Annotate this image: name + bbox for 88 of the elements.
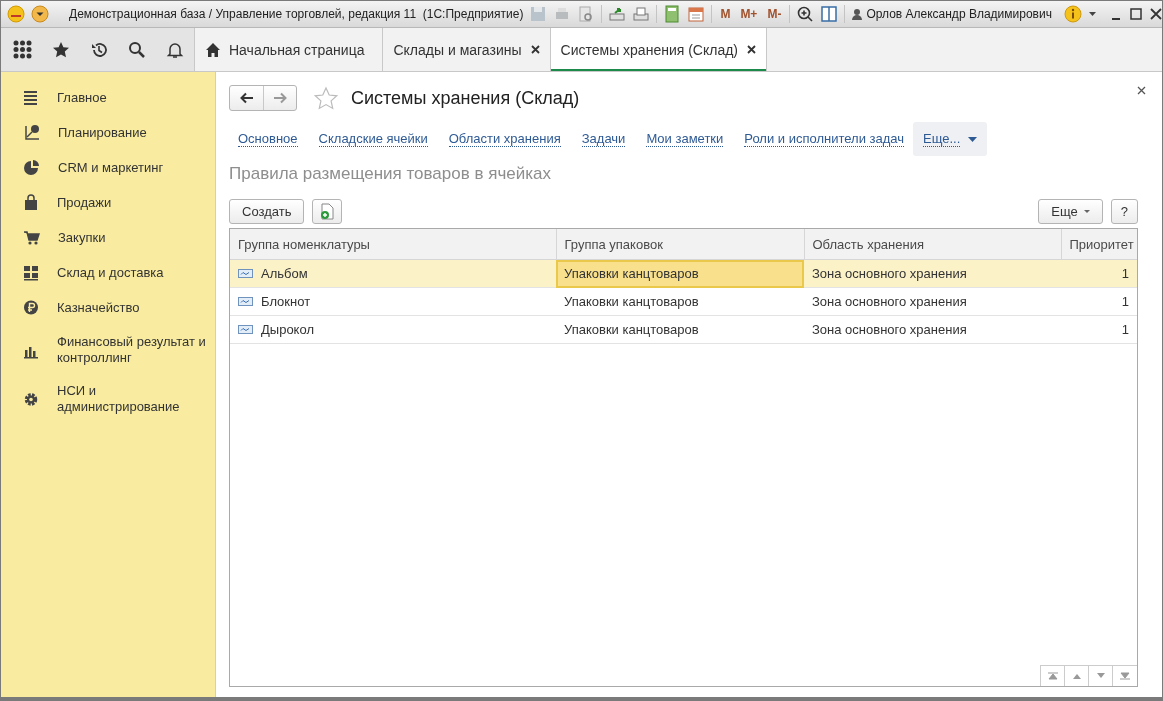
- sidebar-item[interactable]: Главное: [1, 80, 215, 115]
- app-logo-icon: [7, 5, 25, 23]
- forward-arrow-icon: [272, 91, 288, 105]
- sidebar-item[interactable]: Планирование: [1, 115, 215, 150]
- zoom-in-icon[interactable]: [796, 5, 815, 23]
- calendar-icon[interactable]: [687, 5, 706, 23]
- sidebar-item[interactable]: CRM и маркетинг: [1, 150, 215, 185]
- close-icon[interactable]: [1148, 7, 1163, 21]
- list-icon: [23, 88, 39, 107]
- shopping-bag-icon: [23, 194, 39, 211]
- chart-icon: [23, 124, 40, 141]
- panels-icon[interactable]: [820, 5, 839, 23]
- user-icon: [851, 8, 864, 20]
- table-row[interactable]: Блокнот Упаковки канцтоваров Зона основного хранения 1: [230, 287, 1137, 316]
- section-link[interactable]: Роли и исполнители задач: [744, 131, 904, 147]
- close-icon[interactable]: [529, 44, 541, 55]
- scroll-top-icon: [1046, 671, 1059, 681]
- scroll-bottom-icon: [1119, 671, 1131, 681]
- home-icon: [205, 41, 221, 58]
- memory-button[interactable]: M+: [738, 7, 760, 21]
- table-cell: Упаковки канцтоваров: [556, 287, 804, 316]
- close-icon[interactable]: [1137, 86, 1146, 95]
- table-cell: Упаковки канцтоваров: [556, 315, 804, 344]
- ruble-coin-icon: [23, 299, 39, 316]
- calculator-icon[interactable]: [663, 5, 682, 23]
- document-tray-icon[interactable]: [632, 5, 651, 23]
- create-button[interactable]: Создать: [229, 198, 305, 224]
- dropdown-caret-icon[interactable]: [31, 5, 49, 23]
- table-cell: Дырокол: [261, 322, 314, 337]
- grid-icon: [23, 264, 39, 281]
- section-link[interactable]: Складские ячейки: [318, 131, 428, 147]
- pie-chart-icon: [23, 159, 40, 176]
- sidebar-item[interactable]: Казначейство: [1, 290, 215, 325]
- section-link[interactable]: Задачи: [581, 131, 626, 147]
- more-button[interactable]: Еще: [1038, 198, 1103, 224]
- catalog-item-icon: [238, 324, 253, 335]
- table-row[interactable]: Альбом Упаковки канцтоваров Зона основного хранения 1: [230, 259, 1137, 288]
- history-icon[interactable]: [90, 40, 108, 59]
- user-name[interactable]: Орлов Александр Владимирович: [866, 7, 1052, 21]
- sidebar-item[interactable]: Финансовый результат и контроллинг: [1, 330, 215, 370]
- help-button[interactable]: ?: [1110, 198, 1138, 224]
- more-links-button[interactable]: Еще...: [913, 122, 988, 156]
- sidebar-item[interactable]: Продажи: [1, 185, 215, 220]
- table-cell: Зона основного хранения: [804, 259, 1061, 288]
- column-header[interactable]: Группа номенклатуры: [230, 229, 556, 260]
- table-cell: Блокнот: [261, 294, 311, 309]
- catalog-item-icon: [238, 296, 253, 307]
- table-cell: Альбом: [261, 266, 308, 281]
- table-cell: Упаковки канцтоваров: [556, 259, 804, 288]
- table-cell: 1: [1061, 259, 1137, 288]
- favorite-star-icon[interactable]: [313, 85, 339, 111]
- info-icon[interactable]: [1063, 5, 1082, 23]
- column-header[interactable]: Группа упаковок: [556, 229, 804, 260]
- section-link[interactable]: Основное: [238, 131, 298, 147]
- close-icon[interactable]: [746, 44, 758, 55]
- section-title: Правила размещения товаров в ячейках: [229, 163, 552, 185]
- column-header[interactable]: Область хранения: [804, 229, 1061, 260]
- column-header[interactable]: Приоритет: [1061, 229, 1137, 260]
- caret-icon: [968, 136, 978, 142]
- table-cell: 1: [1061, 315, 1137, 344]
- section-link[interactable]: Мои заметки: [646, 131, 724, 147]
- maximize-icon[interactable]: [1128, 7, 1143, 21]
- shopping-cart-icon: [23, 229, 40, 246]
- table-cell: 1: [1061, 287, 1137, 316]
- sidebar-item[interactable]: Склад и доставка: [1, 255, 215, 290]
- favorites-star-icon[interactable]: [52, 40, 70, 59]
- memory-button[interactable]: M: [718, 7, 733, 21]
- export-icon[interactable]: [608, 5, 627, 23]
- search-icon[interactable]: [128, 40, 146, 59]
- caret-icon[interactable]: [1087, 10, 1097, 18]
- table-row[interactable]: Дырокол Упаковки канцтоваров Зона основного хранения 1: [230, 315, 1137, 344]
- catalog-item-icon: [238, 268, 253, 279]
- apps-grid-icon[interactable]: [13, 40, 32, 59]
- new-document-icon: [319, 202, 336, 220]
- sidebar-item[interactable]: НСИ и администрирование: [1, 379, 215, 419]
- tab[interactable]: Системы хранения (Склад): [550, 28, 768, 71]
- section-link[interactable]: Области хранения: [448, 131, 561, 147]
- window-title: Демонстрационная база / Управление торговлей, редакция 11 (1С:Предприятие): [69, 7, 524, 21]
- notification-bell-icon[interactable]: [166, 40, 184, 59]
- table-cell: Зона основного хранения: [804, 287, 1061, 316]
- form-title: Системы хранения (Склад): [351, 87, 580, 109]
- create-copy-button[interactable]: [312, 198, 343, 224]
- settings-icon: [23, 390, 39, 408]
- caret-icon: [1083, 209, 1090, 213]
- sidebar-item[interactable]: Закупки: [1, 220, 215, 255]
- memory-button[interactable]: M-: [765, 7, 784, 21]
- table-cell: Зона основного хранения: [804, 315, 1061, 344]
- back-arrow-icon: [238, 91, 255, 105]
